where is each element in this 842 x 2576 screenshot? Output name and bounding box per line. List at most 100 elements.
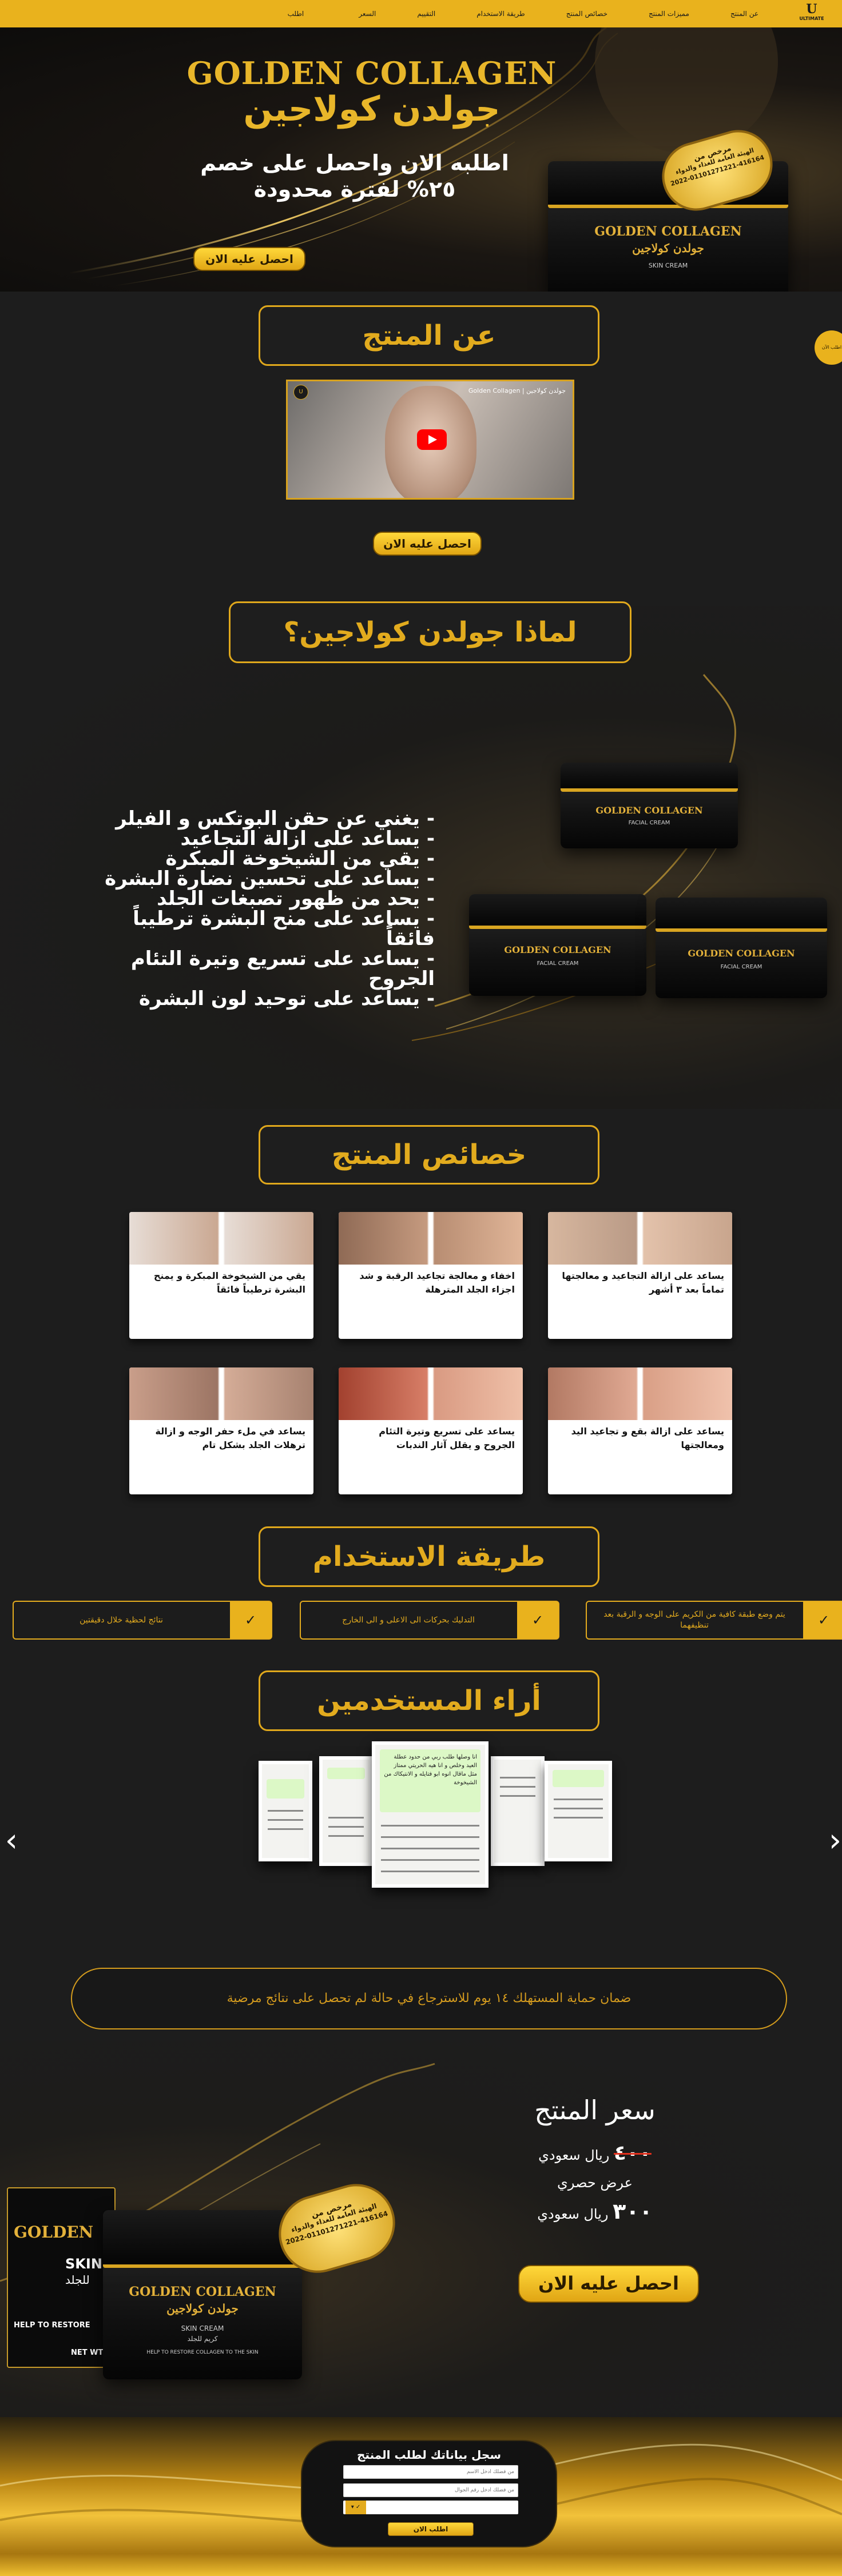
- jar-sub: FACIAL CREAM: [628, 820, 670, 826]
- video-title: جولدن كولاجين | Golden Collagen: [468, 387, 566, 394]
- logo-mark: U: [806, 2, 817, 17]
- usage-step: ✓ نتائج لحظية خلال دقيقتين: [13, 1601, 272, 1640]
- jar-lid: [469, 894, 646, 929]
- benefit-item: - يساعد على منح البشرة ترطيباً فائقاً: [133, 907, 435, 950]
- review-text-line: [381, 1859, 479, 1861]
- order-form: سجل بياناتك لطلب المنتج ✓ ▾ اطلب الان: [301, 2440, 557, 2547]
- jar-label-ar: جولدن كولاجين: [632, 241, 704, 255]
- nav-link-about[interactable]: عن المنتج: [710, 0, 779, 27]
- nav-link-properties[interactable]: خصائص المنتج: [546, 0, 628, 27]
- feature-card: اخفاء و معالجة تجاعيد الرقبة و شد اجزاء …: [339, 1212, 523, 1339]
- feature-image-face: [548, 1212, 732, 1265]
- jar-label-en: GOLDEN COLLAGEN: [594, 224, 742, 239]
- review-text-line: [328, 1835, 364, 1837]
- side-order-tab[interactable]: اطلب الآن: [815, 330, 842, 365]
- old-price: ٤٠٠: [613, 2142, 652, 2165]
- jar-help: HELP TO RESTORE COLLAGEN TO THE SKIN: [146, 2350, 259, 2355]
- carousel-next-arrow[interactable]: ›: [824, 1824, 842, 1858]
- usage-section-title: طريقة الاستخدام: [259, 1526, 599, 1587]
- feature-image-cheek: [129, 1367, 313, 1420]
- carousel-prev-arrow[interactable]: ‹: [0, 1824, 23, 1858]
- product-box: GOLDEN SKIN للجلد HELP TO RESTORE NET WT: [7, 2187, 116, 2368]
- review-card[interactable]: [491, 1756, 545, 1866]
- check-icon: ✓: [230, 1602, 271, 1638]
- hero-cta-button[interactable]: احصل عليه الان: [193, 247, 305, 271]
- about-section-title: عن المنتج: [259, 305, 599, 366]
- usage-step: ✓ يتم وضع طبقة كافية من الكريم على الوجه…: [586, 1601, 842, 1640]
- review-card[interactable]: [259, 1761, 312, 1861]
- nav-link-reviews[interactable]: التقييم: [396, 0, 456, 27]
- feature-card: يقي من الشيخوخة المبكرة و يمنح البشرة تر…: [129, 1212, 313, 1339]
- review-text-line: [268, 1819, 303, 1821]
- hero-offer-line2: ٢٥% لفترة محدودة: [253, 177, 456, 202]
- feature-card: يساعد على تسريع وتيرة التئام الجروح و يق…: [339, 1367, 523, 1494]
- hero-title-en: GOLDEN COLLAGEN: [186, 55, 557, 91]
- why-section-title: لماذا جولدن كولاجين؟: [229, 601, 632, 663]
- old-price-currency: ريال سعودي: [538, 2147, 610, 2163]
- feature-text: اخفاء و معالجة تجاعيد الرقبة و شد اجزاء …: [359, 1270, 515, 1295]
- why-product-jar-right: GOLDEN COLLAGEN FACIAL CREAM: [656, 898, 827, 998]
- nav-link-usage[interactable]: طريقة الاستخدام: [456, 0, 546, 27]
- price-title: سعر المنتج: [534, 2095, 656, 2126]
- chevron-down-icon: ✓ ▾: [345, 2501, 366, 2514]
- usage-step-text: نتائج لحظية خلال دقيقتين: [80, 1615, 163, 1625]
- review-bubble: [553, 1770, 604, 1787]
- about-cta-button[interactable]: احصل عليه الان: [373, 532, 482, 556]
- review-text-line: [500, 1795, 535, 1797]
- order-form-title: سجل بياناتك لطلب المنتج: [356, 2448, 501, 2462]
- hero-title-ar: جولدن كولاجين: [243, 89, 501, 129]
- feature-text: يساعد في ملء حفر الوجه و ازالة ترهلات ال…: [155, 1426, 305, 1450]
- pricing-cta-button[interactable]: احصل عليه الان: [518, 2265, 699, 2303]
- usage-step-text: يتم وضع طبقة كافية من الكريم على الوجه و…: [603, 1610, 785, 1630]
- jar-sub: FACIAL CREAM: [720, 964, 762, 970]
- box-help: HELP TO RESTORE: [14, 2321, 90, 2330]
- why-product-jar-top: GOLDEN COLLAGEN FACIAL CREAM: [561, 763, 738, 848]
- jar-lid: [561, 763, 738, 792]
- jar-label: GOLDEN COLLAGEN: [504, 944, 611, 955]
- product-video[interactable]: U جولدن كولاجين | Golden Collagen: [286, 380, 574, 500]
- new-price: ٣٠٠: [613, 2199, 653, 2224]
- box-net: NET WT: [71, 2348, 104, 2357]
- submit-order-button[interactable]: اطلب الان: [388, 2522, 474, 2536]
- review-bubble: [327, 1768, 365, 1779]
- nav-link-order[interactable]: اطلب: [267, 0, 339, 27]
- review-text: انا وصلها طلب ربي من حدود عطلة العيد وخل…: [384, 1754, 477, 1786]
- jar-label: GOLDEN COLLAGEN: [595, 805, 703, 816]
- check-icon: ✓: [517, 1602, 558, 1638]
- logo-text: ULTIMATE: [799, 16, 824, 21]
- brand-logo[interactable]: U ULTIMATE: [792, 2, 832, 21]
- nav-link-features[interactable]: مميزات المنتج: [628, 0, 710, 27]
- old-price-line: ٤٠٠ ريال سعودي: [503, 2142, 686, 2165]
- play-icon[interactable]: [417, 429, 447, 450]
- review-card[interactable]: [319, 1756, 373, 1866]
- phone-input[interactable]: [343, 2483, 518, 2497]
- review-text-line: [268, 1810, 303, 1812]
- guarantee-banner: ضمان حماية المستهلك ١٤ يوم للاسترجاع في …: [71, 1968, 787, 2029]
- name-input[interactable]: [343, 2465, 518, 2479]
- review-card[interactable]: [545, 1761, 612, 1861]
- check-icon: ✓: [803, 1602, 842, 1638]
- quantity-select[interactable]: ✓ ▾: [343, 2501, 518, 2514]
- jar-sub: FACIAL CREAM: [537, 960, 579, 967]
- box-skin-ar: للجلد: [65, 2273, 90, 2287]
- benefit-item: - يساعد على توحيد لون البشرة: [138, 987, 435, 1010]
- nav-link-price[interactable]: السعر: [338, 0, 396, 27]
- review-card-featured[interactable]: انا وصلها طلب ربي من حدود عطلة العيد وخل…: [372, 1741, 488, 1888]
- benefit-item: - يساعد على تحسين نضارة البشرة: [105, 867, 435, 890]
- feature-card: يساعد في ملء حفر الوجه و ازالة ترهلات ال…: [129, 1367, 313, 1494]
- feature-image-hands-scars: [339, 1367, 523, 1420]
- review-text-line: [381, 1871, 479, 1872]
- usage-step: ✓ التدليك بحركات الى الاعلى و الى الخارج: [300, 1601, 559, 1640]
- why-product-jar-left: GOLDEN COLLAGEN FACIAL CREAM: [469, 894, 646, 996]
- feature-text: يساعد على ازالة التجاعيد و معالجتها تمام…: [562, 1270, 724, 1295]
- benefit-item: - يقي من الشيخوخة المبكرة: [165, 847, 435, 870]
- jar-lid: [103, 2210, 302, 2268]
- review-text-line: [268, 1828, 303, 1830]
- hero-offer-line1: اطلبه الان واحصل على خصم: [200, 150, 509, 176]
- reviews-section-title: أراء المستخدمين: [259, 1670, 599, 1731]
- jar-label-en: GOLDEN COLLAGEN: [129, 2284, 276, 2299]
- usage-step-text: التدليك بحركات الى الاعلى و الى الخارج: [342, 1615, 475, 1625]
- review-text-line: [554, 1808, 603, 1809]
- feature-image-skin: [129, 1212, 313, 1265]
- review-text-line: [381, 1848, 479, 1849]
